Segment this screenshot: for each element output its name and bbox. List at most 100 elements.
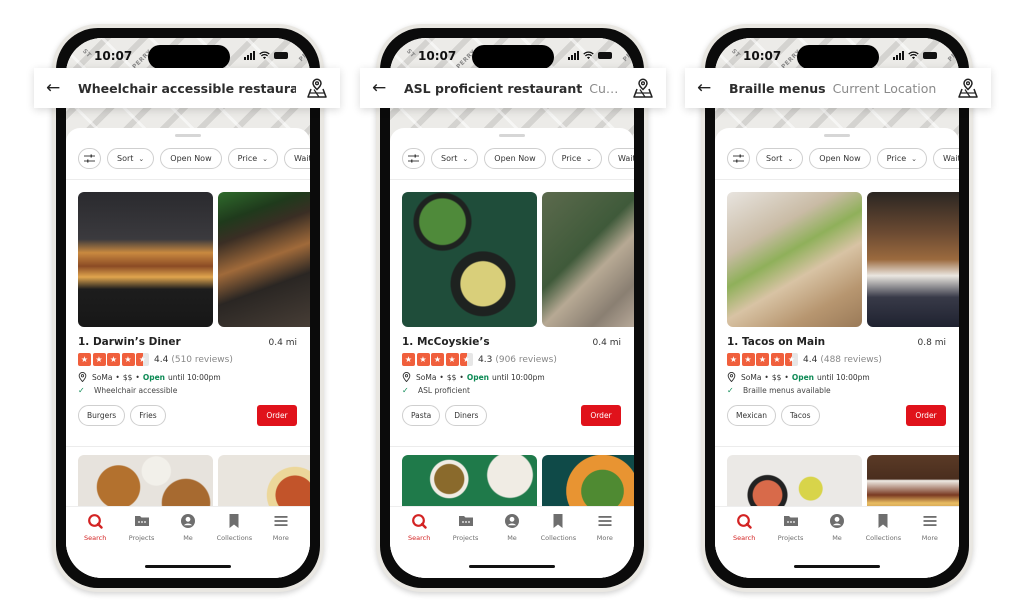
business-name[interactable]: 1. Darwin’s Diner	[78, 336, 181, 348]
tab-projects[interactable]: Projects	[767, 513, 813, 542]
filter-open-now[interactable]: Open Now	[484, 148, 546, 169]
filter-price[interactable]: Price ⌄	[227, 148, 279, 169]
amenity-label: ASL proficient	[418, 386, 470, 395]
photo-carousel[interactable]	[727, 192, 959, 327]
tab-projects[interactable]: Projects	[118, 513, 164, 542]
order-button[interactable]: Order	[581, 405, 621, 426]
search-header[interactable]: ← Braille menus Current Location	[685, 68, 991, 108]
menu-icon	[598, 516, 612, 526]
tab-collections[interactable]: Collections	[535, 513, 581, 542]
map-view-icon[interactable]	[306, 77, 328, 99]
search-header[interactable]: ← ASL proficient restaurant Curr...	[360, 68, 666, 108]
business-photo-restaurant-patio-night[interactable]	[218, 192, 310, 327]
filter-price[interactable]: Price ⌄	[551, 148, 603, 169]
business-photo-diners-aerial-view[interactable]	[542, 192, 634, 327]
distance: 0.4 mi	[592, 338, 621, 348]
tab-collections[interactable]: Collections	[860, 513, 906, 542]
filters-button[interactable]	[402, 148, 425, 169]
category-tag[interactable]: Fries	[130, 405, 166, 426]
wifi-icon	[908, 51, 919, 60]
tab-me[interactable]: Me	[165, 513, 211, 542]
tab-search[interactable]: Search	[721, 513, 767, 542]
business-name[interactable]: 1. Tacos on Main	[727, 336, 825, 348]
filter-waitlist[interactable]: Waitlist	[608, 148, 634, 169]
tab-me[interactable]: Me	[814, 513, 860, 542]
map-view-icon[interactable]	[957, 77, 979, 99]
sliders-icon	[408, 154, 419, 163]
star-icon: ★	[136, 353, 149, 366]
category-tag[interactable]: Tacos	[780, 405, 820, 426]
back-arrow-icon[interactable]: ←	[697, 79, 715, 97]
tab-me[interactable]: Me	[489, 513, 535, 542]
search-query-field[interactable]: Wheelchair accessible restaurant	[78, 81, 296, 96]
projects-icon	[458, 516, 473, 526]
business-result-card[interactable]: 1. McCoyskie’s 0.4 mi ★ ★ ★ ★ ★ 4.3 (906 rev…	[402, 192, 634, 426]
star-icon: ★	[107, 353, 120, 366]
filter-waitlist[interactable]: Waitlist	[284, 148, 310, 169]
review-count[interactable]: (510 reviews)	[171, 355, 233, 365]
bookmark-icon	[553, 514, 563, 528]
sheet-drag-handle[interactable]	[824, 134, 850, 137]
star-icon: ★	[78, 353, 91, 366]
filter-open-now[interactable]: Open Now	[160, 148, 222, 169]
order-button[interactable]: Order	[257, 405, 297, 426]
tab-label: Collections	[865, 534, 902, 542]
photo-carousel[interactable]	[402, 192, 634, 327]
category-tag[interactable]: Diners	[445, 405, 488, 426]
tab-label: Me	[507, 534, 517, 542]
checkmark-icon: ✓	[402, 386, 409, 395]
star-icon: ★	[445, 353, 459, 366]
divider	[715, 179, 959, 180]
business-name[interactable]: 1. McCoyskie’s	[402, 336, 490, 348]
business-result-card[interactable]: 1. Tacos on Main 0.8 mi ★ ★ ★ ★ ★ 4.4 (488 r…	[727, 192, 959, 426]
filters-button[interactable]	[78, 148, 101, 169]
category-tag[interactable]: Mexican	[727, 405, 776, 426]
business-photo-tacos-closeup[interactable]	[727, 192, 862, 327]
star-rating: ★ ★ ★ ★ ★	[78, 353, 149, 366]
price-level: $$	[771, 372, 782, 382]
business-photo-ravioli-and-greens[interactable]	[402, 192, 537, 327]
sliders-icon	[733, 154, 744, 163]
dynamic-island	[472, 45, 554, 69]
tab-search[interactable]: Search	[396, 513, 442, 542]
search-query-field[interactable]: Braille menus Current Location	[729, 81, 947, 96]
tab-label: More	[272, 534, 289, 542]
tab-more[interactable]: More	[582, 513, 628, 542]
category-tag[interactable]: Pasta	[402, 405, 441, 426]
search-query: ASL proficient restaurant	[404, 80, 583, 96]
review-count[interactable]: (488 reviews)	[820, 355, 882, 365]
filter-sort[interactable]: Sort ⌄	[431, 148, 479, 169]
tab-more[interactable]: More	[907, 513, 953, 542]
business-result-card[interactable]: 1. Darwin’s Diner 0.4 mi ★ ★ ★ ★ ★ 4.4 (510 …	[78, 192, 310, 426]
map-view-icon[interactable]	[632, 77, 654, 99]
tab-more[interactable]: More	[258, 513, 304, 542]
sheet-drag-handle[interactable]	[175, 134, 201, 137]
filter-label: Waitlist	[294, 154, 310, 163]
sliders-icon	[84, 154, 95, 163]
tab-label: Projects	[452, 534, 479, 542]
business-photo-bar-shelves[interactable]	[867, 192, 959, 327]
back-arrow-icon[interactable]: ←	[46, 79, 64, 97]
battery-icon	[598, 52, 612, 59]
back-arrow-icon[interactable]: ←	[372, 79, 390, 97]
business-photo-burgers-and-fries[interactable]	[78, 192, 213, 327]
star-icon: ★	[402, 353, 415, 366]
review-count[interactable]: (906 reviews)	[495, 355, 557, 365]
photo-carousel[interactable]	[78, 192, 310, 327]
tab-search[interactable]: Search	[72, 513, 118, 542]
search-header[interactable]: ← Wheelchair accessible restaurant	[34, 68, 340, 108]
filter-sort[interactable]: Sort ⌄	[756, 148, 804, 169]
order-button[interactable]: Order	[906, 405, 946, 426]
filter-sort[interactable]: Sort ⌄	[107, 148, 155, 169]
tab-label: Search	[733, 534, 756, 542]
search-query-field[interactable]: ASL proficient restaurant Curr...	[404, 81, 622, 96]
filters-button[interactable]	[727, 148, 750, 169]
tab-collections[interactable]: Collections	[211, 513, 257, 542]
tab-projects[interactable]: Projects	[442, 513, 488, 542]
sheet-drag-handle[interactable]	[499, 134, 525, 137]
filter-open-now[interactable]: Open Now	[809, 148, 871, 169]
star-icon: ★	[460, 353, 473, 366]
filter-waitlist[interactable]: Waitlist	[933, 148, 959, 169]
filter-price[interactable]: Price ⌄	[876, 148, 928, 169]
category-tag[interactable]: Burgers	[78, 405, 126, 426]
